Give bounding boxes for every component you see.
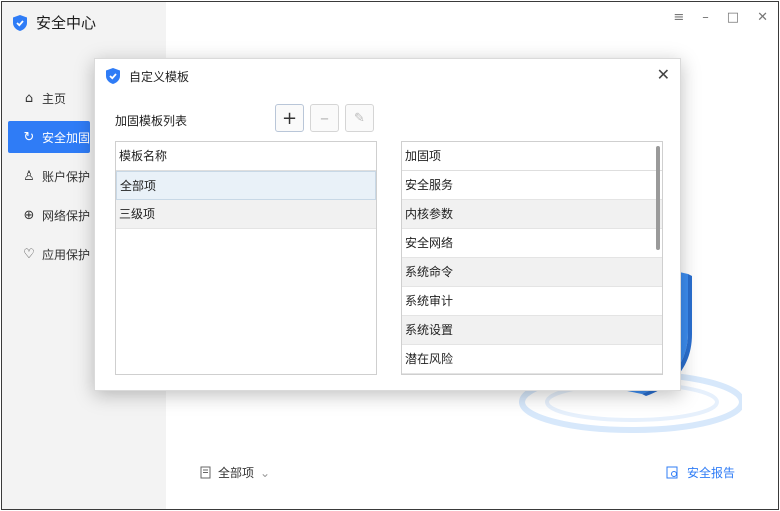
- hardening-items-table: 加固项 安全服务 内核参数 安全网络 系统命令 系统审计 系统设置 潜在风险: [401, 141, 663, 375]
- shield-logo-icon: [13, 14, 27, 31]
- app-title-bar: 安全中心: [12, 12, 96, 33]
- minimize-icon[interactable]: –: [702, 10, 709, 25]
- scrollbar-thumb[interactable]: [656, 146, 660, 250]
- maximize-icon[interactable]: □: [727, 10, 739, 25]
- sidebar-item-label: 安全加固: [42, 130, 91, 145]
- sidebar-item-label: 主页: [42, 91, 67, 106]
- user-icon: ♙: [23, 168, 35, 184]
- table-row[interactable]: 全部项: [116, 171, 376, 200]
- custom-template-dialog: 自定义模板 ✕ 加固模板列表 + – ✎ 模板名称 全部项 三级项 加固项 安全…: [94, 58, 681, 391]
- app-title: 安全中心: [36, 14, 97, 32]
- template-toolbar: + – ✎: [275, 104, 374, 132]
- sidebar-item-label: 账户保护: [42, 169, 91, 184]
- close-icon[interactable]: ✕: [757, 10, 768, 25]
- shield-outline-icon: ♡: [23, 246, 35, 262]
- table-row[interactable]: 系统设置: [402, 316, 662, 345]
- scope-selector[interactable]: 全部项 ⌄: [200, 464, 270, 481]
- scope-label: 全部项: [218, 466, 255, 480]
- document-icon: [200, 466, 211, 479]
- report-icon: [666, 466, 678, 479]
- refresh-icon: ↻: [23, 129, 35, 145]
- dialog-close-icon[interactable]: ✕: [657, 65, 670, 84]
- shield-logo-icon: [106, 68, 120, 84]
- pencil-icon: ✎: [354, 110, 365, 126]
- edit-template-button[interactable]: ✎: [345, 104, 374, 132]
- table-row[interactable]: 系统命令: [402, 258, 662, 287]
- window-controls: ≡ – □ ✕: [673, 10, 768, 25]
- template-list-label: 加固模板列表: [115, 114, 188, 128]
- plus-icon: +: [281, 107, 298, 129]
- table-row[interactable]: 系统审计: [402, 287, 662, 316]
- sidebar-item-hardening[interactable]: ↻ 安全加固: [8, 121, 90, 153]
- add-template-button[interactable]: +: [275, 104, 304, 132]
- table-row[interactable]: 安全网络: [402, 229, 662, 258]
- table-row[interactable]: 内核参数: [402, 200, 662, 229]
- sidebar-item-label: 应用保护: [42, 247, 91, 262]
- dialog-title: 自定义模板: [129, 69, 190, 84]
- security-report-link[interactable]: 安全报告: [666, 464, 735, 481]
- menu-icon[interactable]: ≡: [673, 10, 684, 25]
- table-header: 模板名称: [116, 142, 376, 171]
- minus-icon: –: [320, 107, 329, 129]
- table-row[interactable]: 安全服务: [402, 171, 662, 200]
- table-row[interactable]: 三级项: [116, 200, 376, 229]
- globe-icon: ⊕: [23, 207, 35, 223]
- remove-template-button[interactable]: –: [310, 104, 339, 132]
- table-row[interactable]: 潜在风险: [402, 345, 662, 374]
- chevron-down-icon: ⌄: [260, 465, 271, 480]
- template-name-table: 模板名称 全部项 三级项: [115, 141, 377, 375]
- report-label: 安全报告: [687, 466, 736, 480]
- dialog-header: 自定义模板: [105, 67, 189, 85]
- sidebar-item-label: 网络保护: [42, 208, 91, 223]
- home-icon: ⌂: [24, 90, 34, 106]
- table-header: 加固项: [402, 142, 662, 171]
